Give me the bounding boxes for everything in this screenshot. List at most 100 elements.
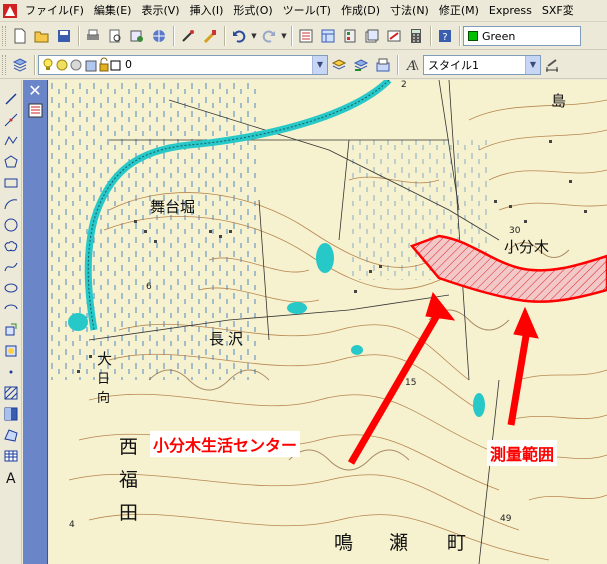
spline-icon[interactable] xyxy=(1,256,21,277)
print-icon[interactable] xyxy=(82,25,104,47)
annotation-survey-range[interactable]: 測量範囲 xyxy=(487,440,558,466)
annotation-community-center[interactable]: 小分木生活センター xyxy=(150,431,301,457)
color-swatch xyxy=(468,31,478,41)
brush-icon[interactable] xyxy=(199,25,221,47)
toolbar-grip[interactable] xyxy=(2,54,6,75)
arc-icon[interactable] xyxy=(1,193,21,214)
color-combo[interactable]: Green xyxy=(463,26,581,46)
menu-modify[interactable]: 修正(M) xyxy=(434,1,484,21)
draw-toolbar: A xyxy=(0,80,22,564)
make-block-icon[interactable] xyxy=(1,340,21,361)
palette-properties-icon[interactable] xyxy=(28,103,43,118)
save-icon[interactable] xyxy=(53,25,75,47)
elevation-number: 30 xyxy=(509,226,521,236)
calculator-icon[interactable] xyxy=(405,25,427,47)
menu-draw[interactable]: 作成(D) xyxy=(336,1,385,21)
undo-dropdown-icon[interactable]: ▼ xyxy=(250,32,258,40)
polyline-icon[interactable] xyxy=(1,130,21,151)
point-icon[interactable] xyxy=(1,361,21,382)
open-icon[interactable] xyxy=(31,25,53,47)
toolbar-separator xyxy=(291,26,292,46)
redo-dropdown-icon[interactable]: ▼ xyxy=(280,32,288,40)
place-label-nishifukuda-2: 福 xyxy=(119,469,139,491)
place-label-narusecho-2: 瀬 xyxy=(389,532,409,554)
ellipse-arc-icon[interactable] xyxy=(1,298,21,319)
tool-palette-strip: ✕ xyxy=(23,80,48,564)
menu-view[interactable]: 表示(V) xyxy=(136,1,184,21)
gradient-icon[interactable] xyxy=(1,403,21,424)
table-icon[interactable] xyxy=(1,445,21,466)
revcloud-icon[interactable] xyxy=(1,235,21,256)
drawing-area-map[interactable]: 舞台堀 長沢 小分木 島 大 日 向 西 福 田 鳴 瀬 町 6 15 4 49… xyxy=(49,80,607,564)
layer-combo[interactable]: 0 ▼ xyxy=(38,54,328,75)
close-icon[interactable]: ✕ xyxy=(26,82,44,100)
autocad-app-icon[interactable] xyxy=(2,3,18,19)
toolbar-separator xyxy=(78,26,79,46)
elevation-number: 2 xyxy=(401,80,407,90)
place-label-shima: 島 xyxy=(551,92,567,110)
text-style-combo[interactable]: スタイル1 ▼ xyxy=(423,54,541,75)
menu-dimension[interactable]: 寸法(N) xyxy=(385,1,434,21)
hatch-icon[interactable] xyxy=(1,382,21,403)
menu-bar: ファイル(F) 編集(E) 表示(V) 挿入(I) 形式(O) ツール(T) 作… xyxy=(0,0,607,22)
elevation-number: 4 xyxy=(69,520,75,530)
properties-icon[interactable] xyxy=(295,25,317,47)
color-combo-value: Green xyxy=(482,29,516,43)
new-icon[interactable] xyxy=(9,25,31,47)
toolbar-separator xyxy=(224,26,225,46)
menu-express[interactable]: Express xyxy=(484,1,537,21)
place-label-nagasawa: 長沢 xyxy=(209,330,248,348)
polygon-icon[interactable] xyxy=(1,151,21,172)
line-icon[interactable] xyxy=(1,88,21,109)
preview-icon[interactable] xyxy=(104,25,126,47)
toolbar-separator xyxy=(397,54,398,75)
elevation-number: 15 xyxy=(405,378,417,388)
toolbar-separator xyxy=(459,26,460,46)
multiline-text-icon[interactable]: A xyxy=(1,466,21,487)
undo-icon[interactable] xyxy=(228,25,250,47)
region-icon[interactable] xyxy=(1,424,21,445)
toolbar-separator xyxy=(34,54,35,75)
plot-icon[interactable] xyxy=(148,25,170,47)
menu-sxf[interactable]: SXF変 xyxy=(537,1,579,21)
elevation-number: 6 xyxy=(146,282,152,292)
menu-edit[interactable]: 編集(E) xyxy=(89,1,137,21)
markup-icon[interactable] xyxy=(383,25,405,47)
chevron-down-icon[interactable]: ▼ xyxy=(312,55,327,74)
xline-icon[interactable] xyxy=(1,109,21,130)
match-icon[interactable] xyxy=(177,25,199,47)
place-label-oohinata-3: 向 xyxy=(97,391,111,406)
rectangle-icon[interactable] xyxy=(1,172,21,193)
elevation-number: 49 xyxy=(500,514,512,524)
menu-format[interactable]: 形式(O) xyxy=(228,1,277,21)
redo-icon[interactable] xyxy=(258,25,280,47)
make-current-layer-icon[interactable] xyxy=(328,54,350,76)
insert-block-icon[interactable] xyxy=(1,319,21,340)
dimension-style-icon[interactable] xyxy=(541,54,563,76)
layer-combo-value: 0 xyxy=(125,58,132,71)
svg-text:A: A xyxy=(6,471,16,485)
standard-toolbar: ▼ ▼ ? Green xyxy=(0,23,607,50)
publish-icon[interactable] xyxy=(126,25,148,47)
layer-manager-icon[interactable] xyxy=(9,54,31,76)
menu-file[interactable]: ファイル(F) xyxy=(20,1,89,21)
place-label-narusecho-1: 鳴 xyxy=(334,532,354,554)
layer-previous-icon[interactable] xyxy=(350,54,372,76)
toolbar-separator xyxy=(430,26,431,46)
text-style-icon[interactable]: A xyxy=(401,54,423,76)
layer-state-icons xyxy=(43,57,121,71)
chevron-down-icon[interactable]: ▼ xyxy=(525,55,540,74)
designcenter-icon[interactable] xyxy=(317,25,339,47)
layer-states-icon[interactable] xyxy=(372,54,394,76)
circle-icon[interactable] xyxy=(1,214,21,235)
ellipse-icon[interactable] xyxy=(1,277,21,298)
toolpalette-icon[interactable] xyxy=(339,25,361,47)
place-label-nishifukuda-1: 西 xyxy=(119,436,139,458)
place-label-nishifukuda-3: 田 xyxy=(119,502,139,524)
menu-insert[interactable]: 挿入(I) xyxy=(185,1,229,21)
sheetset-icon[interactable] xyxy=(361,25,383,47)
place-label-maidaibori: 舞台堀 xyxy=(150,198,196,216)
toolbar-grip[interactable] xyxy=(2,26,6,46)
help-icon[interactable]: ? xyxy=(434,25,456,47)
menu-tools[interactable]: ツール(T) xyxy=(278,1,336,21)
